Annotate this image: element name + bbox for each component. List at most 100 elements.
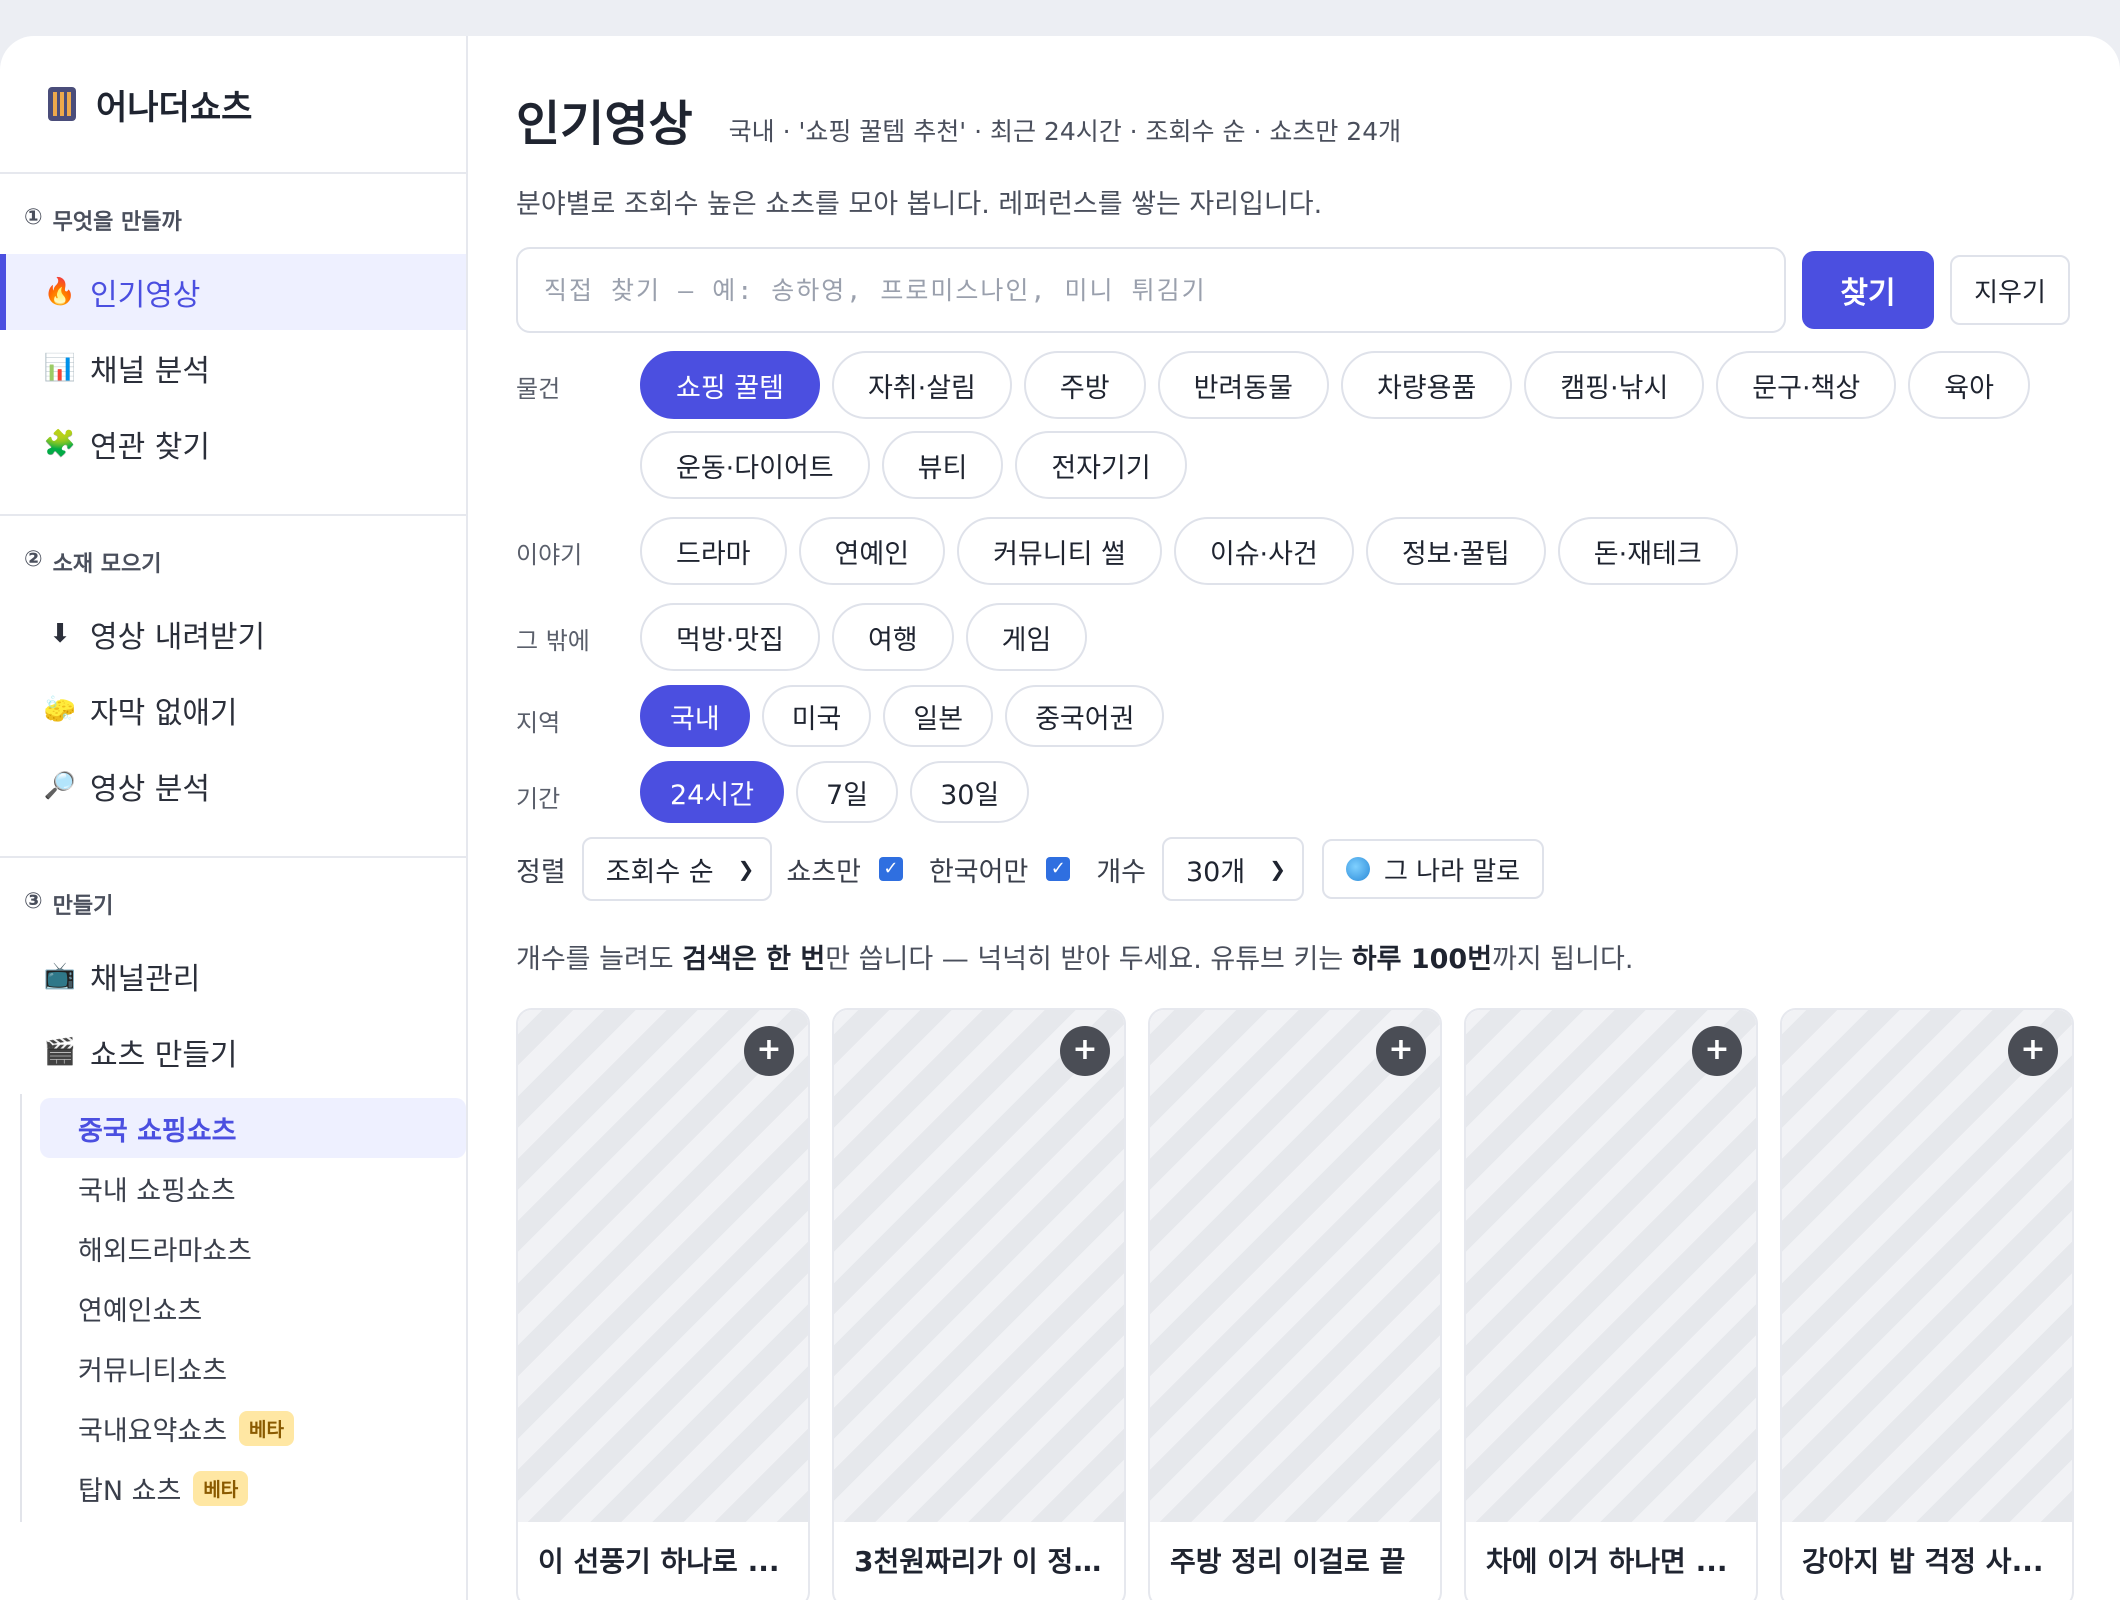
sort-select[interactable]: 조회수 순 ❯ [581,837,773,901]
filter-chip[interactable]: 정보·꿀팁 [1365,517,1546,585]
filter-chip[interactable]: 커뮤니티 썰 [957,517,1162,585]
filter-chip[interactable]: 먹방·맛집 [640,603,820,671]
filter-chip[interactable]: 미국 [761,685,872,747]
video-thumbnail[interactable]: + [834,1010,1124,1522]
video-card[interactable]: + 강아지 밥 걱정 사... [1780,1008,2074,1600]
shorts-only-label: 쇼츠만 [786,856,861,888]
sidebar-item[interactable]: 🧽 자막 없애기 [0,672,466,748]
video-thumbnail[interactable]: + [518,1010,808,1522]
sidebar-sub-item[interactable]: 커뮤니티쇼츠 [40,1338,466,1398]
nav-icon: 📺 [43,961,77,991]
nav-icon: 🧩 [43,429,77,459]
sidebar-sub-item[interactable]: 국내 쇼핑쇼츠 [40,1158,466,1218]
korean-only-label: 한국어만 [928,856,1029,888]
sidebar-item-label: 영상 분석 [90,772,210,807]
filter-chip[interactable]: 뷰티 [881,431,1004,499]
filter-row: 기간 24시간 7일 30일 [516,761,2074,823]
video-card[interactable]: + 차에 이거 하나면 ... [1464,1008,1758,1600]
shorts-only-checkbox[interactable]: ✓ [878,857,903,881]
add-icon[interactable]: + [1060,1026,1110,1076]
count-select[interactable]: 30개 ❯ [1162,837,1304,901]
page-description: 분야별로 조회수 높은 쇼츠를 모아 봅니다. 레퍼런스를 쌓는 자리입니다. [516,189,1323,220]
sidebar-item[interactable]: ⬇ 영상 내려받기 [0,596,466,672]
sidebar-sub-item[interactable]: 탑N 쇼츠 베타 [40,1458,466,1518]
sidebar-sub-item-label: 커뮤니티쇼츠 [78,1355,228,1387]
video-card[interactable]: + 주방 정리 이걸로 끝 [1148,1008,1442,1600]
sidebar-item[interactable]: 🔎 영상 분석 [0,748,466,824]
add-icon[interactable]: + [1376,1026,1426,1076]
nav-icon: 📊 [43,353,77,383]
sort-select-value: 조회수 순 [605,856,714,888]
sidebar-sub-item[interactable]: 연예인쇼츠 [40,1278,466,1338]
filter-chip[interactable]: 국내 [640,685,750,747]
video-title: 이 선풍기 하나로 ... [538,1545,780,1578]
video-thumbnail[interactable]: + [1782,1010,2072,1522]
video-thumbnail[interactable]: + [1466,1010,1756,1522]
sidebar-item[interactable]: 🔥 인기영상 [0,254,466,330]
beta-badge: 베타 [239,1410,295,1446]
filter-chip[interactable]: 운동·다이어트 [640,431,870,499]
sidebar-item[interactable]: 🎬 쇼츠 만들기 [0,1014,466,1090]
search-input[interactable] [516,247,1786,333]
hint-text-1: 개수를 늘려도 [516,944,683,975]
filter-chip[interactable]: 반려동물 [1157,351,1329,419]
filter-chip[interactable]: 연예인 [798,517,946,585]
brand[interactable]: 어나더쇼츠 [0,36,466,174]
filter-chip[interactable]: 전자기기 [1015,431,1187,499]
filter-chips: 드라마 연예인 커뮤니티 썰 이슈·사건 정보·꿀팁 돈·재테크 [640,517,2070,585]
video-thumbnail[interactable]: + [1150,1010,1440,1522]
filter-row: 그 밖에 먹방·맛집 여행 게임 [516,603,2074,671]
hint-bold-1: 검색은 한 번 [682,944,826,975]
sidebar-item[interactable]: 🧩 연관 찾기 [0,406,466,482]
filter-chip[interactable]: 7일 [796,761,899,823]
nav-icon: ⬇ [49,619,71,649]
filter-label: 기간 [516,785,561,813]
filter-chip[interactable]: 중국어권 [1005,685,1165,747]
filter-chip[interactable]: 자취·살림 [831,351,1012,419]
search-button[interactable]: 찾기 [1802,251,1934,329]
video-card[interactable]: + 이 선풍기 하나로 ... [516,1008,810,1600]
filter-row: 이야기 드라마 연예인 커뮤니티 썰 이슈·사건 정보·꿀팁 돈·재테크 [516,517,2074,585]
video-title: 차에 이거 하나면 ... [1486,1545,1728,1578]
sidebar-item-label: 자막 없애기 [90,696,238,731]
filter-chip[interactable]: 차량용품 [1340,351,1513,419]
filter-chip[interactable]: 게임 [965,603,1088,671]
filter-chip[interactable]: 쇼핑 꿀템 [640,351,820,419]
video-card-grid: + 이 선풍기 하나로 ... +3천원짜리가 이 정... + 주방 정리 이걸로 끝… [516,1008,2074,1600]
sidebar-sub-list: 중국 쇼핑쇼츠국내 쇼핑쇼츠해외드라마쇼츠 연예인쇼츠커뮤니티쇼츠국내요약쇼츠 베타… [20,1094,466,1522]
sidebar-sub-item-label: 탑N 쇼츠 [78,1475,182,1507]
title-row: 인기영상 국내 · '쇼핑 꿀템 추천' · 최근 24시간 · 조회수 순 ·… [516,84,2074,154]
filter-groups: 물건 쇼핑 꿀템 자취·살림 주방 반려동물 차량용품 캠핑·낚시 문구·책상 육아 운동·다이어… [516,351,2074,823]
sidebar-sub-item[interactable]: 해외드라마쇼츠 [40,1218,466,1278]
sidebar-sub-item[interactable]: 국내요약쇼츠 베타 [40,1398,466,1458]
sidebar-item[interactable]: 📊 채널 분석 [0,330,466,406]
filter-chip[interactable]: 육아 [1908,351,2030,419]
sidebar-sub-item-label: 국내 쇼핑쇼츠 [78,1175,236,1207]
filter-chip[interactable]: 돈·재테크 [1557,517,1738,585]
filter-chip[interactable]: 문구·책상 [1716,351,1897,419]
beta-badge: 베타 [193,1470,249,1506]
add-icon[interactable]: + [744,1026,794,1076]
filter-chip[interactable]: 30일 [910,761,1030,823]
filter-chip[interactable]: 이슈·사건 [1173,517,1354,585]
filter-chip[interactable]: 드라마 [640,517,787,585]
sidebar-section: ② 소재 모으기 ⬇ 영상 내려받기 🧽 자막 없애기 🔎 영상 분석 [0,516,466,858]
sidebar-item[interactable]: 📺 채널관리 [0,938,466,1014]
filter-chip[interactable]: 주방 [1023,351,1146,419]
translate-button[interactable]: 그 나라 말로 [1321,839,1545,899]
chevron-down-icon: ❯ [1269,857,1286,881]
korean-only-checkbox[interactable]: ✓ [1046,857,1071,881]
section-title-text: 소재 모으기 [52,552,162,577]
video-card[interactable]: +3천원짜리가 이 정... [832,1008,1126,1600]
section-title-text: 무엇을 만들까 [52,210,182,235]
filter-chip[interactable]: 일본 [883,685,994,747]
filter-chip[interactable]: 여행 [831,603,954,671]
sidebar-sub-item[interactable]: 중국 쇼핑쇼츠 [40,1098,466,1158]
sidebar-item-label: 쇼츠 만들기 [90,1038,238,1073]
filter-chip[interactable]: 캠핑·낚시 [1524,351,1705,419]
add-icon[interactable]: + [2008,1026,2058,1076]
clear-button[interactable]: 지우기 [1950,255,2070,325]
sidebar-sub-item-label: 중국 쇼핑쇼츠 [78,1115,237,1147]
filter-chip[interactable]: 24시간 [640,761,785,823]
add-icon[interactable]: + [1692,1026,1742,1076]
